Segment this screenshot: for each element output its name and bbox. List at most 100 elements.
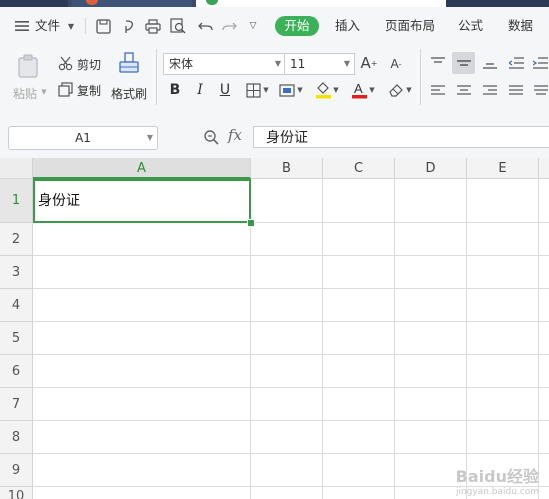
row-header-4[interactable]: 4 [0,289,33,322]
print-icon[interactable] [144,17,162,35]
chevron-down-icon[interactable]: ▼ [332,83,340,97]
chevron-down-icon: ▼ [343,59,350,68]
chevron-down-icon[interactable]: ▼ [262,83,270,97]
svg-text:A: A [354,81,363,96]
tab-page-layout[interactable]: 页面布局 [385,15,435,37]
column-header-d[interactable]: D [395,158,467,179]
zoom-search-icon[interactable] [202,128,220,146]
row-header-8[interactable]: 8 [0,421,33,454]
watermark-sub: jingyan.baidu.com [455,487,539,497]
align-middle-icon[interactable] [452,52,475,74]
column-header-b[interactable]: B [251,158,323,179]
distribute-icon[interactable] [532,82,549,100]
row-header-3[interactable]: 3 [0,256,33,289]
copy-button[interactable]: 复制 [77,82,101,99]
formula-bar: A1 ▼ fx 身份证 [0,110,549,158]
tab-insert[interactable]: 插入 [335,15,360,37]
font-name-select[interactable]: 宋体 ▼ [163,53,286,75]
grid-line [538,179,539,499]
paste-dropdown-icon[interactable]: ▼ [40,86,48,98]
copy-icon[interactable] [57,81,73,97]
file-menu[interactable]: 文件 [35,15,60,37]
tab-home[interactable]: 开始 [275,16,319,36]
decrease-font-icon[interactable]: A- [387,55,405,73]
chevron-down-icon[interactable]: ▼ [66,19,76,33]
align-top-icon[interactable] [429,54,447,72]
row-header-6[interactable]: 6 [0,355,33,388]
cut-button[interactable]: 剪切 [77,56,101,73]
bold-icon[interactable]: B [167,82,183,98]
font-color-icon[interactable]: A [350,80,368,100]
font-name-value: 宋体 [169,57,194,71]
grid-line [394,179,395,499]
grid-line [33,321,549,322]
function-icon[interactable]: fx [228,126,242,144]
fill-handle[interactable] [247,219,255,227]
watermark-text: Baidu经验 [455,467,539,486]
format-icon[interactable] [120,17,138,35]
column-header-e[interactable]: E [467,158,539,179]
chevron-down-icon[interactable]: ▼ [296,83,304,97]
tab-formulas[interactable]: 公式 [458,15,483,37]
row-header-1[interactable]: 1 [0,179,33,223]
formula-input[interactable]: 身份证 [253,126,549,148]
font-size-value: 11 [290,57,306,71]
grid-line [33,288,549,289]
increase-font-icon[interactable]: A + [360,54,378,72]
row-header-10[interactable]: 10 [0,487,33,499]
borders-icon[interactable] [244,82,262,98]
grid-line [466,179,467,499]
paste-button[interactable]: 粘贴 [13,85,37,102]
ribbon-toolbar: 粘贴 ▼ 剪切 复制 格式刷 宋体 ▼ 11 ▼ A + A- B I U ▼ ▼… [0,45,549,111]
indent-increase-icon[interactable] [532,54,549,72]
eraser-icon[interactable] [386,81,404,99]
align-left-icon[interactable] [429,82,447,100]
spreadsheet-grid: A B C D E 1 2 3 4 5 6 7 8 9 10 身份证 Baidu… [0,158,549,499]
fill-color-icon[interactable] [314,80,332,100]
row-header-2[interactable]: 2 [0,223,33,256]
align-bottom-icon[interactable] [481,54,499,72]
format-painter-button[interactable]: 格式刷 [111,85,147,102]
grid-line [250,179,251,499]
italic-icon[interactable]: I [192,82,208,98]
justify-icon[interactable] [507,82,525,100]
grid-line [33,420,549,421]
window-tab-strip [0,0,549,7]
save-icon[interactable] [94,17,112,35]
menu-bar: 文件 ▼ ▽ 开始 插入 页面布局 公式 数据 [0,7,549,45]
column-header-c[interactable]: C [323,158,395,179]
cell-reference: A1 [75,131,91,145]
scissors-icon[interactable] [57,55,73,71]
column-header-f[interactable] [539,158,549,179]
window-tab-home[interactable] [0,0,68,7]
window-tab-doc[interactable] [72,0,192,7]
indent-decrease-icon[interactable] [507,54,525,72]
redo-icon[interactable] [220,17,238,35]
column-header-a[interactable]: A [33,158,251,179]
name-box[interactable]: A1 ▼ [8,126,158,150]
print-preview-icon[interactable] [169,17,187,35]
quick-access-dropdown-icon[interactable]: ▽ [246,19,260,33]
select-all-corner[interactable] [0,158,33,179]
window-tab-active[interactable] [196,0,446,7]
grid-line [322,179,323,499]
chevron-down-icon: ▼ [274,59,281,68]
row-header-7[interactable]: 7 [0,388,33,421]
align-right-icon[interactable] [481,82,499,100]
chevron-down-icon[interactable]: ▼ [405,83,413,97]
hamburger-icon[interactable] [14,18,30,34]
align-center-icon[interactable] [455,82,473,100]
cell-a1[interactable]: 身份证 [33,179,251,223]
undo-icon[interactable] [196,17,214,35]
sheet-app-icon [206,0,218,5]
row-header-9[interactable]: 9 [0,454,33,487]
chevron-down-icon[interactable]: ▼ [368,83,376,97]
font-size-select[interactable]: 11 ▼ [284,53,355,75]
underline-icon[interactable]: U [217,82,233,98]
format-painter-icon[interactable] [117,51,141,77]
merge-cells-icon[interactable] [278,82,296,98]
tab-data[interactable]: 数据 [508,15,533,37]
paste-icon[interactable] [14,53,42,79]
window-tab-other[interactable] [446,0,549,7]
row-header-5[interactable]: 5 [0,322,33,355]
